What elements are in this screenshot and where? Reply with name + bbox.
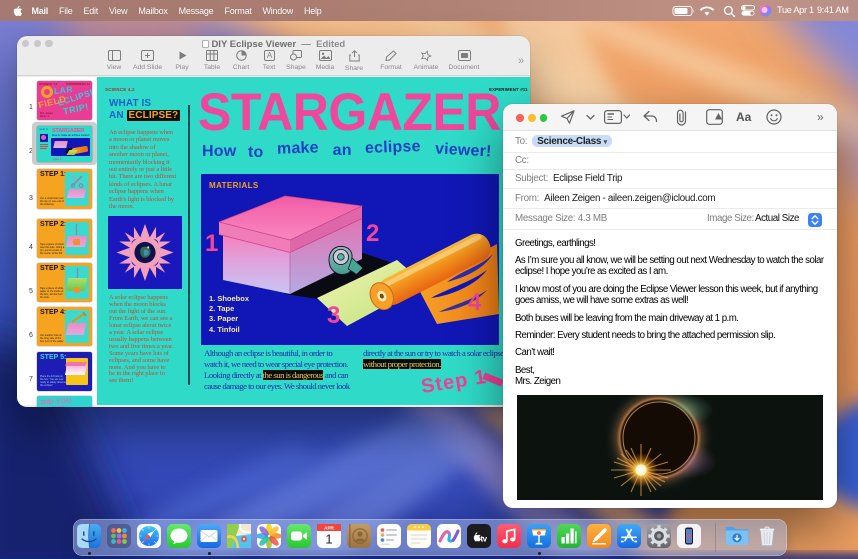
svg-text:APR: APR bbox=[324, 526, 334, 531]
svg-text:3: 3 bbox=[327, 302, 340, 329]
svg-text:1: 1 bbox=[325, 532, 332, 547]
svg-text:A: A bbox=[266, 51, 272, 60]
svg-text:1: 1 bbox=[205, 230, 218, 257]
svg-text:4: 4 bbox=[468, 289, 482, 316]
svg-text:tv: tv bbox=[481, 535, 488, 544]
svg-text:2: 2 bbox=[366, 220, 379, 247]
